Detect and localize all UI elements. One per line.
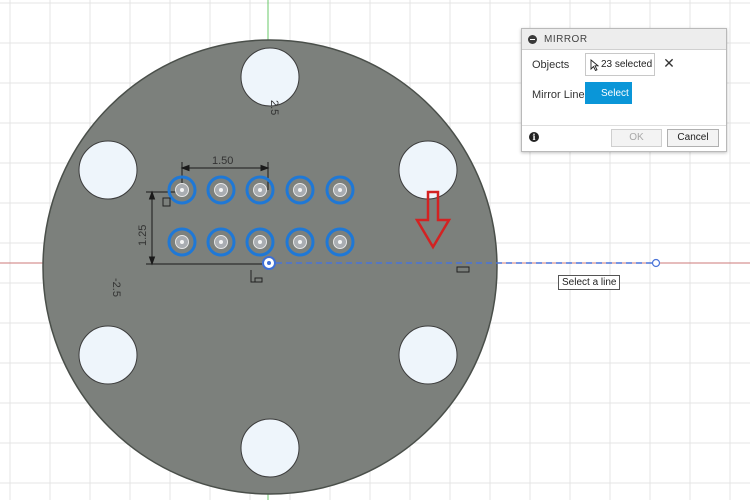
axis-label-top: 2.5 bbox=[268, 100, 280, 115]
clear-selection-button[interactable]: ✕ bbox=[662, 54, 676, 72]
cancel-button[interactable]: Cancel bbox=[667, 129, 719, 147]
select-line-tooltip: Select a line bbox=[558, 275, 621, 290]
mirror-line-label: Mirror Line bbox=[532, 89, 585, 101]
cursor-arrow-icon bbox=[590, 58, 599, 71]
axis-label-left: -2.5 bbox=[110, 278, 122, 297]
objects-row: Objects 23 selected ✕ bbox=[522, 50, 726, 80]
dialog-footer: i OK Cancel bbox=[522, 125, 726, 152]
mounting-hole[interactable] bbox=[398, 140, 458, 200]
dialog-header[interactable]: MIRROR bbox=[522, 29, 726, 50]
minus-circle-icon[interactable] bbox=[528, 34, 537, 44]
sketch-origin[interactable] bbox=[262, 256, 276, 270]
objects-count: 23 selected bbox=[601, 59, 653, 70]
dim-vertical[interactable]: 1.25 bbox=[137, 225, 149, 246]
mounting-hole[interactable] bbox=[78, 325, 138, 385]
mirror-line-row: Mirror Line Select bbox=[522, 80, 726, 110]
mirror-dialog: MIRROR Objects 23 selected ✕ Mirror Line… bbox=[521, 28, 727, 152]
dim-horizontal[interactable]: 1.50 bbox=[212, 155, 233, 167]
mounting-hole[interactable] bbox=[398, 325, 458, 385]
objects-label: Objects bbox=[532, 59, 570, 71]
mounting-hole[interactable] bbox=[240, 47, 300, 107]
dialog-title: MIRROR bbox=[544, 33, 588, 45]
info-icon[interactable]: i bbox=[529, 132, 539, 142]
select-button-label: Select bbox=[601, 87, 629, 99]
ok-button[interactable]: OK bbox=[611, 129, 662, 147]
mounting-hole[interactable] bbox=[78, 140, 138, 200]
mirror-line-select-button[interactable]: Select bbox=[585, 82, 632, 104]
objects-selector[interactable]: 23 selected bbox=[585, 53, 655, 76]
mounting-hole[interactable] bbox=[240, 418, 300, 478]
mirror-line-endpoint[interactable] bbox=[651, 258, 661, 268]
